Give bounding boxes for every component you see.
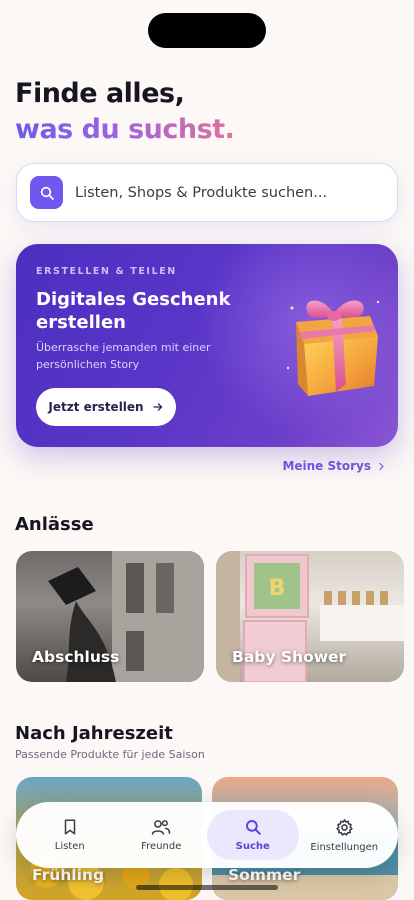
dynamic-island	[148, 13, 266, 48]
my-stories-link[interactable]: Meine Storys	[282, 459, 386, 473]
chevron-right-icon	[379, 462, 384, 470]
friends-icon	[152, 820, 171, 835]
tab-label: Freunde	[141, 841, 182, 852]
tab-label: Einstellungen	[310, 841, 379, 853]
headline-line2: was du suchst.	[15, 112, 235, 148]
svg-text:B: B	[269, 576, 286, 601]
search-icon	[245, 820, 261, 835]
promo-title: Digitales Geschenk erstellen	[36, 289, 231, 333]
search-icon	[30, 176, 63, 209]
occasion-tile-abschluss[interactable]: Abschluss	[16, 551, 204, 682]
season-label: Sommer	[228, 866, 301, 884]
seasons-title: Nach Jahreszeit	[15, 723, 173, 744]
season-label: Frühling	[32, 866, 105, 884]
tab-einstellungen[interactable]: Einstellungen	[299, 810, 391, 860]
search-placeholder: Listen, Shops & Produkte suchen...	[75, 184, 328, 201]
promo-card[interactable]: ERSTELLEN & TEILEN Digitales Geschenk er…	[16, 244, 398, 447]
headline-line1: Finde alles,	[15, 78, 185, 109]
status-bar	[0, 0, 414, 56]
tab-suche[interactable]: Suche	[207, 810, 299, 860]
search-bar[interactable]: Listen, Shops & Produkte suchen...	[16, 163, 398, 222]
my-stories-label: Meine Storys	[282, 459, 371, 473]
occasions-title: Anlässe	[15, 514, 94, 535]
promo-description: Überrasche jemanden mit einer persönlich…	[36, 341, 211, 371]
occasion-label: Abschluss	[32, 648, 120, 666]
tab-bar: Listen Freunde Suche Einstellungen	[16, 802, 398, 868]
occasion-tile-baby-shower[interactable]: B Baby Shower	[216, 551, 404, 682]
occasion-label: Baby Shower	[232, 648, 347, 666]
gear-icon	[336, 818, 353, 836]
tab-freunde[interactable]: Freunde	[116, 810, 208, 860]
seasons-subtitle: Passende Produkte für jede Saison	[15, 748, 205, 761]
headline: Finde alles, was du suchst.	[15, 76, 235, 148]
gift-box-icon	[286, 300, 380, 396]
bookmark-icon	[64, 819, 75, 835]
promo-kicker: ERSTELLEN & TEILEN	[36, 266, 177, 277]
create-now-label: Jetzt erstellen	[48, 400, 144, 414]
tab-listen[interactable]: Listen	[24, 810, 116, 860]
home-indicator[interactable]	[136, 885, 278, 890]
tab-label: Listen	[54, 841, 85, 852]
arrow-right-icon	[152, 403, 162, 411]
tab-label: Suche	[235, 841, 270, 852]
create-now-button[interactable]: Jetzt erstellen	[36, 388, 176, 426]
